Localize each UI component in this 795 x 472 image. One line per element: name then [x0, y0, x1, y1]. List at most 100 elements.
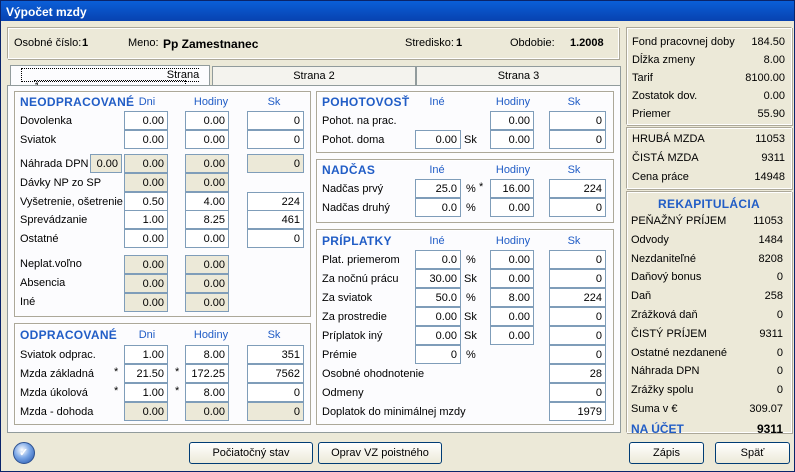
rekap-value: 0 [776, 309, 783, 321]
pohot-doma-sk[interactable]: 0 [549, 130, 606, 149]
absencia-label: Absencia [20, 277, 66, 289]
priplatok-iny-sk[interactable]: 0 [549, 326, 606, 345]
ine-dni: 0.00 [124, 293, 168, 312]
za-prostredie-ine[interactable]: 0.00 [415, 307, 461, 326]
plat-priemerom-ine[interactable]: 0.0 [415, 250, 461, 269]
neplat-dni: 0.00 [124, 255, 168, 274]
sviatok-dni[interactable]: 0.00 [124, 130, 168, 149]
za-prostredie-hodiny[interactable]: 0.00 [490, 307, 534, 326]
sviatok-odprac-sk[interactable]: 351 [247, 345, 304, 364]
nadcas-prvy-sk[interactable]: 224 [549, 179, 606, 198]
rekap-value: 8208 [758, 252, 783, 265]
tab-strana-3[interactable]: Strana 3 [416, 66, 621, 85]
sviatok-sk[interactable]: 0 [247, 130, 304, 149]
neodpracovane-title: NEODPRACOVANÉ [20, 95, 135, 109]
sprevadzanie-dni[interactable]: 1.00 [124, 210, 168, 229]
mzda-ukolova-dni[interactable]: 1.00 [124, 383, 168, 402]
nadcas-druhy-ine[interactable]: 0.0 [415, 198, 461, 217]
meno-value: Pp Zamestnanec [163, 37, 259, 51]
vysetrenie-sk[interactable]: 224 [247, 192, 304, 211]
required-marker: * [175, 366, 180, 378]
ostatne-dni[interactable]: 0.00 [124, 229, 168, 248]
osobne-ohodnotenie-sk[interactable]: 28 [549, 364, 606, 383]
plat-priemerom-sk[interactable]: 0 [549, 250, 606, 269]
pohot-doma-hodiny[interactable]: 0.00 [490, 130, 534, 149]
premie-label: Prémie [322, 349, 357, 361]
tab-strana-2[interactable]: Strana 2 [212, 66, 416, 85]
priplatok-iny-hodiny[interactable]: 0.00 [490, 326, 534, 345]
info-label: Tarif [632, 72, 653, 84]
rekap-value: 1484 [758, 233, 783, 246]
dovolenka-hodiny[interactable]: 0.00 [185, 111, 229, 130]
davky-label: Dávky NP zo SP [20, 177, 102, 189]
window-title: Výpočet mzdy [1, 1, 794, 21]
col-sk: Sk [267, 96, 281, 108]
info-label: Dĺžka zmeny [632, 54, 695, 66]
premie-sk[interactable]: 0 [549, 345, 606, 364]
odmeny-sk[interactable]: 0 [549, 383, 606, 402]
mzda-dohoda-dni: 0.00 [124, 402, 168, 421]
info-value: 0.00 [763, 90, 785, 102]
sviatok-hodiny[interactable]: 0.00 [185, 130, 229, 149]
sprevadzanie-hodiny[interactable]: 8.25 [185, 210, 229, 229]
za-sviatok-sk[interactable]: 224 [549, 288, 606, 307]
mzda-ukolova-sk[interactable]: 0 [247, 383, 304, 402]
nadcas-prvy-hodiny[interactable]: 16.00 [490, 179, 534, 198]
mzda-zakladna-label: Mzda základná [20, 368, 94, 380]
pociatocny-stav-button[interactable]: Počiatočný stav [189, 442, 313, 464]
mzda-zakladna-sk[interactable]: 7562 [247, 364, 304, 383]
vysetrenie-dni[interactable]: 0.50 [124, 192, 168, 211]
rekap-value: 9311 [756, 421, 783, 436]
nocna-praca-ine[interactable]: 30.00 [415, 269, 461, 288]
info-value: 8.00 [763, 54, 785, 66]
obdobie-label: Obdobie: [510, 37, 555, 49]
spat-button[interactable]: Späť [715, 442, 790, 464]
oprav-vz-button[interactable]: Oprav VZ poistného [318, 442, 442, 464]
za-sviatok-hodiny[interactable]: 8.00 [490, 288, 534, 307]
nahrada-dni: 0.00 [124, 154, 168, 173]
priplatok-iny-ine[interactable]: 0.00 [415, 326, 461, 345]
nadcas-prvy-ine[interactable]: 25.0 [415, 179, 461, 198]
mzda-dohoda-sk: 0 [247, 402, 304, 421]
info-label: Fond pracovnej doby [632, 36, 735, 48]
premie-ine[interactable]: 0 [415, 345, 461, 364]
info-value: 55.90 [757, 108, 785, 120]
sprevadzanie-sk[interactable]: 461 [247, 210, 304, 229]
unit-percent: % [466, 183, 476, 195]
hruba-mzda-label: HRUBÁ MZDA [632, 133, 705, 145]
dovolenka-sk[interactable]: 0 [247, 111, 304, 130]
davky-hodiny: 0.00 [185, 173, 229, 192]
za-sviatok-ine[interactable]: 50.0 [415, 288, 461, 307]
col-ine: Iné [429, 96, 445, 108]
ostatne-hodiny[interactable]: 0.00 [185, 229, 229, 248]
mzda-zakladna-hodiny[interactable]: 172.25 [185, 364, 229, 383]
absencia-dni: 0.00 [124, 274, 168, 293]
unit-percent: % [466, 349, 476, 361]
nadcas-druhy-hodiny[interactable]: 0.00 [490, 198, 534, 217]
dovolenka-dni[interactable]: 0.00 [124, 111, 168, 130]
za-prostredie-label: Za prostredie [322, 311, 387, 323]
pohot-prac-hodiny[interactable]: 0.00 [490, 111, 534, 130]
nocna-praca-hodiny[interactable]: 0.00 [490, 269, 534, 288]
ostatne-sk[interactable]: 0 [247, 229, 304, 248]
pohot-prac-sk[interactable]: 0 [549, 111, 606, 130]
neplat-hodiny: 0.00 [185, 255, 229, 274]
rekap-value: 0 [776, 346, 783, 359]
rekap-label: Zrážky spolu [631, 384, 694, 397]
nocna-praca-sk[interactable]: 0 [549, 269, 606, 288]
za-prostredie-sk[interactable]: 0 [549, 307, 606, 326]
vysetrenie-hodiny[interactable]: 4.00 [185, 192, 229, 211]
pohot-doma-ine[interactable]: 0.00 [415, 130, 461, 149]
nadcas-druhy-sk[interactable]: 0 [549, 198, 606, 217]
doplatok-sk[interactable]: 1979 [549, 402, 606, 421]
plat-priemerom-hodiny[interactable]: 0.00 [490, 250, 534, 269]
tab-strana-1[interactable]: Strana 1 [10, 65, 210, 94]
col-hodiny: Hodiny [193, 329, 229, 341]
stredisko-label: Stredisko: [405, 37, 454, 49]
zapis-button[interactable]: Zápis [629, 442, 704, 464]
sviatok-odprac-hodiny[interactable]: 8.00 [185, 345, 229, 364]
pohotovost-title: POHOTOVOSŤ [322, 95, 410, 109]
mzda-zakladna-dni[interactable]: 21.50 [124, 364, 168, 383]
mzda-ukolova-hodiny[interactable]: 8.00 [185, 383, 229, 402]
sviatok-odprac-dni[interactable]: 1.00 [124, 345, 168, 364]
